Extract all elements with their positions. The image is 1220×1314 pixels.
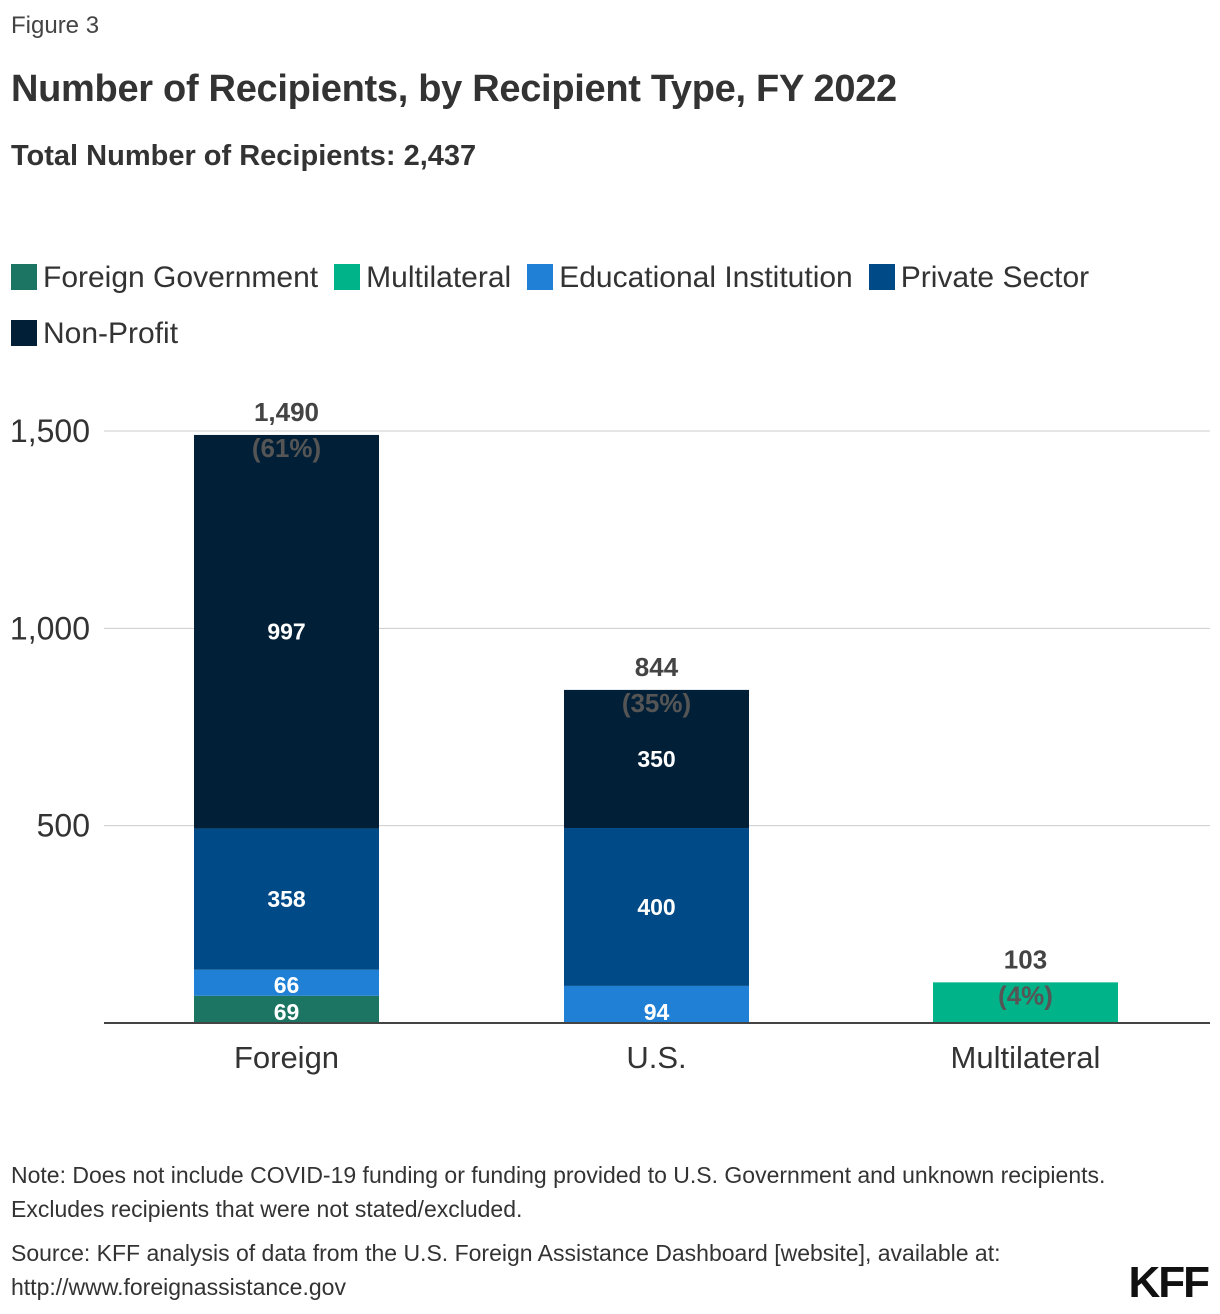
bar-percent-label: (35%) (622, 688, 691, 718)
legend-swatch (11, 264, 37, 290)
figure-label: Figure 3 (11, 12, 100, 39)
segment-value-label: 66 (274, 972, 300, 998)
bar-percent-label: (61%) (252, 433, 321, 463)
legend: Foreign Government Multilateral Educationa… (11, 250, 1191, 362)
y-tick-label: 500 (37, 808, 90, 844)
legend-label: Private Sector (900, 261, 1090, 294)
legend-item-private-sector: Private Sector (868, 250, 1090, 306)
bar-total-label: 1,490 (254, 397, 319, 427)
segment-value-label: 350 (637, 746, 675, 772)
legend-label: Non-Profit (43, 317, 179, 350)
segment-value-label: 358 (267, 886, 306, 912)
kff-logo: KFF (1128, 1258, 1210, 1307)
bar-total-label: 103 (1004, 944, 1047, 974)
x-category-label: Foreign (234, 1040, 339, 1075)
chart-note: Note: Does not include COVID-19 funding … (11, 1162, 1106, 1222)
legend-swatch (334, 264, 361, 290)
legend-item-foreign-government: Foreign Government (11, 250, 318, 306)
bar-total-label: 844 (635, 652, 679, 682)
segment-value-label: 94 (644, 999, 670, 1025)
legend-swatch (11, 320, 37, 346)
chart-source: Source: KFF analysis of data from the U.… (11, 1240, 1001, 1300)
chart-title: Number of Recipients, by Recipient Type,… (11, 68, 897, 110)
segment-value-label: 69 (274, 999, 300, 1025)
legend-swatch (527, 264, 554, 290)
bar-percent-label: (4%) (998, 980, 1053, 1010)
y-tick-label: 1,000 (10, 610, 90, 646)
legend-label: Educational Institution (559, 261, 853, 294)
segment-value-label: 997 (267, 619, 305, 645)
x-category-label: U.S. (626, 1040, 686, 1075)
legend-label: Multilateral (366, 261, 512, 294)
legend-label: Foreign Government (43, 261, 319, 294)
segment-value-label: 400 (637, 894, 675, 920)
legend-item-educational-institution: Educational Institution (527, 250, 853, 306)
x-category-label: Multilateral (951, 1040, 1101, 1075)
legend-item-non-profit: Non-Profit (11, 306, 178, 362)
chart-subtitle: Total Number of Recipients: 2,437 (11, 140, 477, 172)
y-tick-label: 1,500 (10, 413, 90, 449)
legend-swatch (868, 264, 895, 290)
legend-item-multilateral: Multilateral (334, 250, 511, 306)
stacked-bar-chart: 500 1,000 1,500 6966 358 997 1,490 (61%) Foreign… (10, 397, 1210, 1075)
